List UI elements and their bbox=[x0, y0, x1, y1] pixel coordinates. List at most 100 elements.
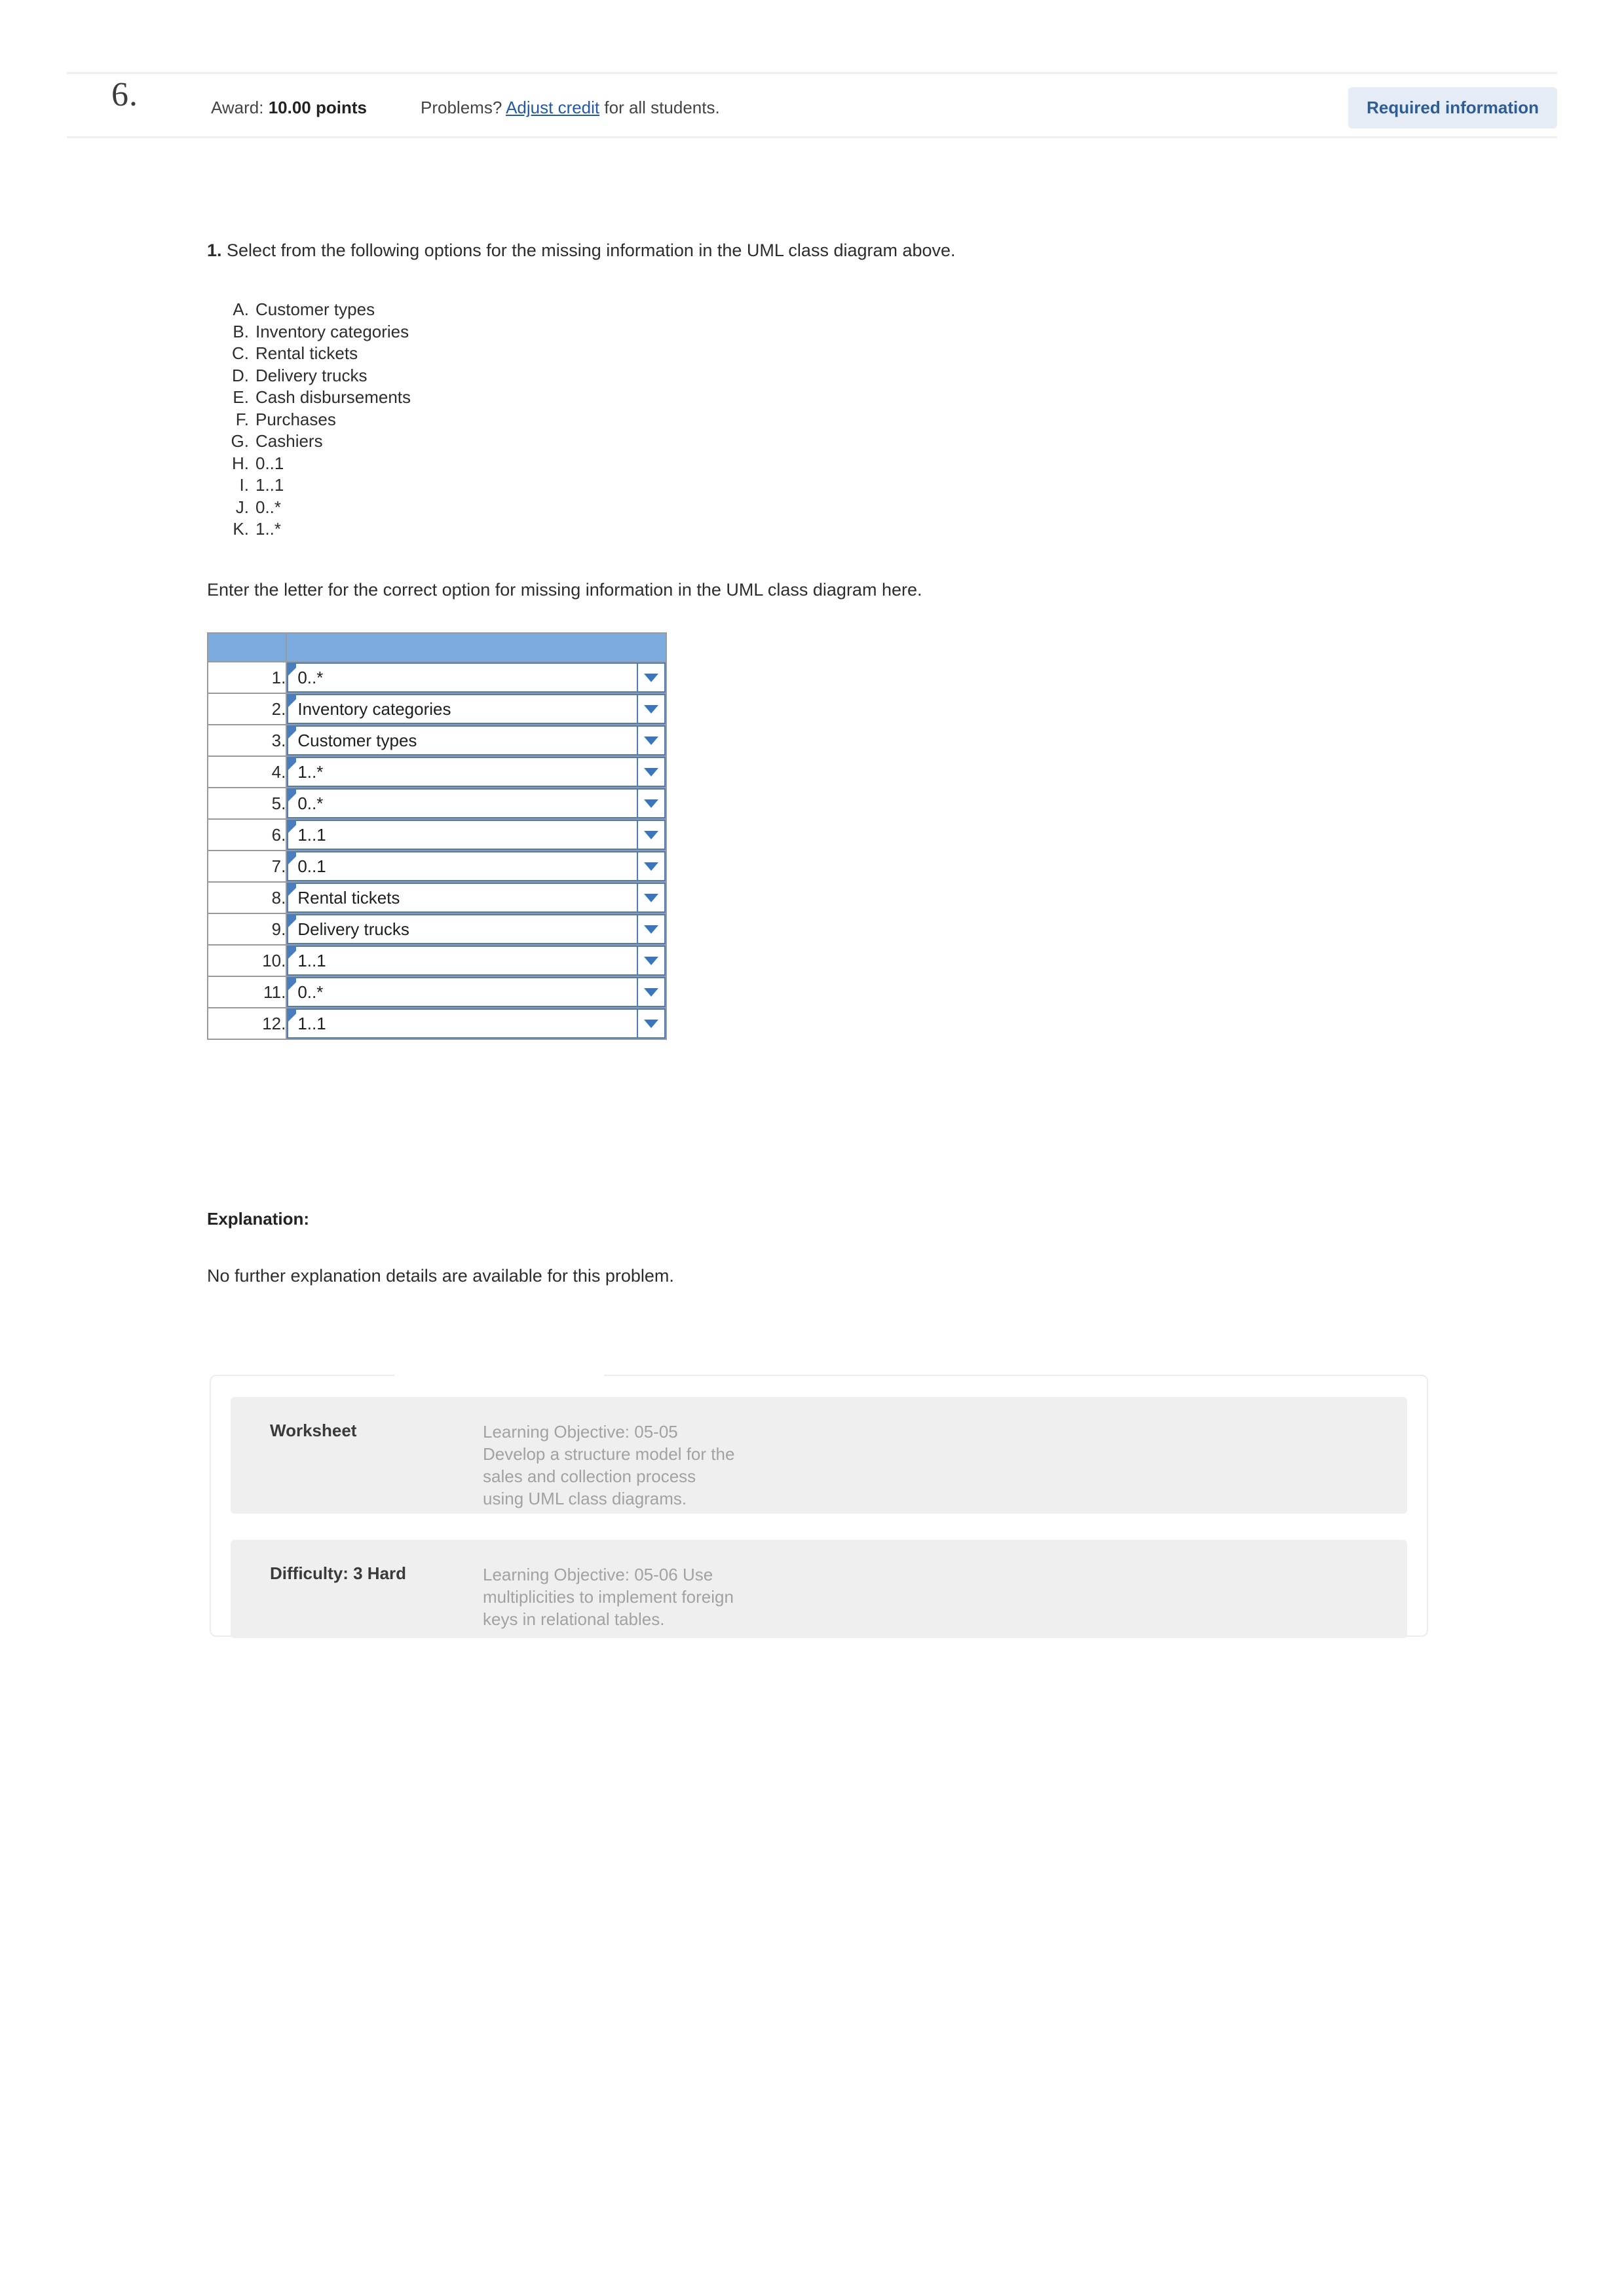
flag-marker-icon bbox=[288, 695, 297, 707]
table-header-cell-answer bbox=[286, 632, 667, 662]
option-text: Cashiers bbox=[255, 431, 323, 451]
table-row: 8. Rental tickets bbox=[206, 881, 667, 914]
table-row: 5. 0..* bbox=[206, 787, 667, 820]
answer-dropdown[interactable]: Delivery trucks bbox=[287, 914, 666, 944]
flag-marker-icon bbox=[288, 852, 297, 864]
answer-dropdown-value[interactable]: 1..* bbox=[288, 758, 638, 786]
option-text: 1..1 bbox=[255, 475, 284, 495]
chevron-down-icon bbox=[644, 862, 658, 871]
dropdown-toggle-button[interactable] bbox=[638, 884, 664, 911]
answer-dropdown[interactable]: Customer types bbox=[287, 725, 666, 756]
dropdown-toggle-button[interactable] bbox=[638, 1010, 664, 1037]
answer-dropdown-value[interactable]: Delivery trucks bbox=[288, 915, 638, 943]
question-page: 6. Award: 10.00 points Problems? Adjust … bbox=[0, 0, 1624, 2296]
dropdown-toggle-button[interactable] bbox=[638, 852, 664, 880]
header-divider-top bbox=[67, 72, 1557, 74]
flag-marker-icon bbox=[288, 664, 297, 676]
worksheet-learning-objective: Learning Objective: 05-05 Develop a stru… bbox=[483, 1422, 735, 1508]
answer-dropdown[interactable]: Inventory categories bbox=[287, 694, 666, 724]
answer-dropdown-text: 1..* bbox=[297, 761, 324, 782]
dropdown-toggle-button[interactable] bbox=[638, 727, 664, 754]
option-item: H. 0..1 bbox=[207, 453, 574, 476]
question-prompt-number: 1. bbox=[207, 240, 222, 260]
explanation-text: No further explanation details are avail… bbox=[207, 1266, 674, 1286]
option-letter: K. bbox=[233, 519, 249, 539]
answer-dropdown[interactable]: 0..* bbox=[287, 977, 666, 1007]
enter-letter-instruction: Enter the letter for the correct option … bbox=[207, 580, 922, 600]
question-prompt-text: Select from the following options for th… bbox=[221, 240, 956, 260]
answer-dropdown-text: 0..* bbox=[297, 793, 324, 813]
option-letter: A. bbox=[233, 299, 249, 319]
answer-dropdown-value[interactable]: 0..1 bbox=[288, 852, 638, 880]
required-information-badge: Required information bbox=[1348, 87, 1557, 128]
flag-marker-icon bbox=[288, 947, 297, 959]
option-letter: F. bbox=[235, 409, 249, 429]
row-answer-cell: 0..* bbox=[286, 787, 667, 820]
chevron-down-icon bbox=[644, 767, 658, 776]
answer-dropdown-value[interactable]: 1..1 bbox=[288, 1010, 638, 1037]
answer-dropdown[interactable]: Rental tickets bbox=[287, 883, 666, 913]
difficulty-label: Difficulty: 3 Hard bbox=[270, 1563, 407, 1583]
award-label: Award: bbox=[211, 98, 269, 117]
answer-dropdown-value[interactable]: 0..* bbox=[288, 664, 638, 691]
dropdown-toggle-button[interactable] bbox=[638, 664, 664, 691]
dropdown-toggle-button[interactable] bbox=[638, 790, 664, 817]
row-answer-cell: Customer types bbox=[286, 724, 667, 757]
dropdown-toggle-button[interactable] bbox=[638, 821, 664, 849]
row-answer-cell: 0..1 bbox=[286, 850, 667, 883]
answer-dropdown-value[interactable]: 1..1 bbox=[288, 821, 638, 849]
answer-dropdown[interactable]: 0..1 bbox=[287, 851, 666, 881]
answer-dropdown-value[interactable]: 0..* bbox=[288, 978, 638, 1006]
table-row: 7. 0..1 bbox=[206, 850, 667, 883]
header-divider-bottom bbox=[67, 136, 1557, 138]
row-number: 3. bbox=[206, 724, 288, 757]
row-number: 4. bbox=[206, 756, 288, 788]
answer-dropdown[interactable]: 1..* bbox=[287, 757, 666, 787]
chevron-down-icon bbox=[644, 893, 658, 902]
table-row: 12. 1..1 bbox=[206, 1007, 667, 1040]
chevron-down-icon bbox=[644, 925, 658, 934]
table-row: 10. 1..1 bbox=[206, 944, 667, 977]
table-row: 1. 0..* bbox=[206, 661, 667, 694]
adjust-credit-link[interactable]: Adjust credit bbox=[506, 98, 599, 117]
answer-dropdown-value[interactable]: Customer types bbox=[288, 727, 638, 754]
dropdown-toggle-button[interactable] bbox=[638, 758, 664, 786]
dropdown-toggle-button[interactable] bbox=[638, 947, 664, 974]
answer-dropdown[interactable]: 1..1 bbox=[287, 820, 666, 850]
row-answer-cell: Inventory categories bbox=[286, 693, 667, 725]
option-letter: E. bbox=[233, 387, 249, 407]
option-text: 1..* bbox=[255, 519, 282, 539]
table-row: 9. Delivery trucks bbox=[206, 913, 667, 946]
row-number: 7. bbox=[206, 850, 288, 883]
answer-dropdown[interactable]: 1..1 bbox=[287, 946, 666, 976]
answer-dropdown-text: Delivery trucks bbox=[297, 919, 409, 939]
answer-dropdown-value[interactable]: 1..1 bbox=[288, 947, 638, 974]
worksheet-meta-card: Worksheet Learning Objective: 05-05 Deve… bbox=[210, 1374, 1428, 1638]
dropdown-toggle-button[interactable] bbox=[638, 978, 664, 1006]
answer-dropdown[interactable]: 1..1 bbox=[287, 1008, 666, 1039]
option-item: G. Cashiers bbox=[207, 431, 574, 453]
dropdown-toggle-button[interactable] bbox=[638, 915, 664, 943]
question-number: 6. bbox=[111, 76, 138, 113]
answer-dropdown-text: 0..* bbox=[297, 667, 324, 687]
answer-dropdown[interactable]: 0..* bbox=[287, 662, 666, 693]
answer-dropdown-value[interactable]: 0..* bbox=[288, 790, 638, 817]
option-text: 0..1 bbox=[255, 453, 284, 473]
option-item: B. Inventory categories bbox=[207, 322, 574, 344]
table-row: 4. 1..* bbox=[206, 756, 667, 788]
option-item: J. 0..* bbox=[207, 497, 574, 520]
chevron-down-icon bbox=[644, 830, 658, 839]
answer-dropdown-value[interactable]: Rental tickets bbox=[288, 884, 638, 911]
row-answer-cell: 1..1 bbox=[286, 1007, 667, 1040]
flag-marker-icon bbox=[288, 790, 297, 801]
table-row: 2. Inventory categories bbox=[206, 693, 667, 725]
row-answer-cell: 1..* bbox=[286, 756, 667, 788]
answer-dropdown[interactable]: 0..* bbox=[287, 788, 666, 818]
chevron-down-icon bbox=[644, 987, 658, 997]
chevron-down-icon bbox=[644, 1019, 658, 1028]
option-item: C. Rental tickets bbox=[207, 343, 574, 366]
row-answer-cell: 1..1 bbox=[286, 944, 667, 977]
answer-dropdown-value[interactable]: Inventory categories bbox=[288, 695, 638, 723]
row-number: 11. bbox=[206, 976, 288, 1008]
dropdown-toggle-button[interactable] bbox=[638, 695, 664, 723]
